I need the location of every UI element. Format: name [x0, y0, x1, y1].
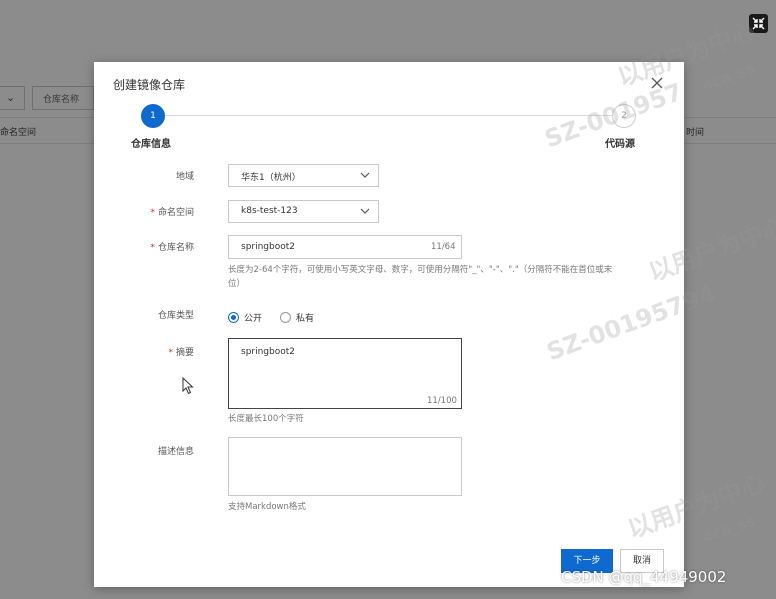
- namespace-select[interactable]: k8s-test-123: [228, 200, 379, 223]
- step-2-label: 代码源: [605, 139, 635, 150]
- repo-type-label: 仓库类型: [157, 311, 194, 321]
- namespace-value: k8s-test-123: [241, 206, 298, 216]
- repo-type-private-label[interactable]: 私有: [296, 311, 314, 324]
- region-label: 地域: [175, 172, 194, 182]
- namespace-label: * 命名空间: [150, 208, 194, 218]
- step-1-label: 仓库信息: [131, 139, 171, 150]
- dialog-title: 创建镜像仓库: [113, 78, 186, 92]
- description-textarea[interactable]: [228, 437, 462, 496]
- repo-name-counter: 11/64: [431, 242, 456, 252]
- repo-name-input[interactable]: springboot2: [228, 235, 462, 259]
- mouse-cursor-icon: [182, 377, 194, 395]
- fullscreen-exit-icon: [752, 17, 765, 30]
- summary-label: * 摘要: [168, 348, 194, 358]
- step-2-indicator: 2: [612, 104, 636, 128]
- region-value: 华东1（杭州）: [241, 173, 301, 183]
- description-help: 支持Markdown格式: [228, 502, 306, 512]
- csdn-watermark: CSDN @qq_44949002: [561, 568, 727, 586]
- repo-type-public-radio[interactable]: [228, 312, 239, 323]
- summary-help: 长度最长100个字符: [228, 414, 304, 424]
- fullscreen-toggle-button[interactable]: [749, 14, 768, 33]
- description-label: 描述信息: [157, 447, 194, 457]
- summary-counter: 11/100: [427, 396, 457, 406]
- required-mark: *: [150, 243, 155, 253]
- close-button[interactable]: [650, 76, 664, 90]
- chevron-down-icon: [360, 208, 370, 214]
- steps-connector: [164, 115, 612, 116]
- chevron-down-icon: [360, 172, 370, 178]
- step-1-indicator: 1: [141, 104, 165, 128]
- repo-name-help: 长度为2-64个字符，可使用小写英文字母、数字，可使用分隔符"_"、"-"、".…: [228, 265, 613, 289]
- repo-type-public-label[interactable]: 公开: [244, 311, 262, 324]
- repo-name-value: springboot2: [241, 242, 295, 252]
- summary-value: springboot2: [241, 347, 295, 357]
- region-select[interactable]: 华东1（杭州）: [228, 164, 379, 187]
- required-mark: *: [168, 348, 173, 358]
- required-mark: *: [150, 208, 155, 218]
- repo-name-label: * 仓库名称: [150, 243, 194, 253]
- repo-type-private-radio[interactable]: [280, 312, 291, 323]
- create-repository-dialog: 创建镜像仓库 1 2 仓库信息 代码源 地域 华东1（杭州） * 命名空间 k8s…: [94, 62, 684, 587]
- close-icon: [651, 77, 663, 89]
